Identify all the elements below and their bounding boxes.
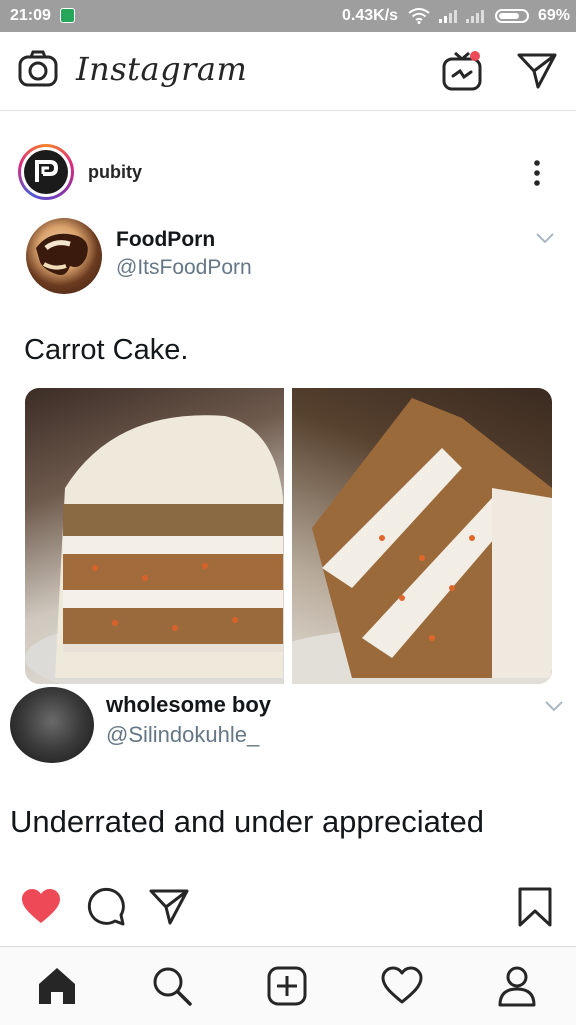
heart-icon[interactable] <box>381 965 423 1007</box>
chevron-down-icon <box>536 233 554 244</box>
pubity-logo-icon <box>35 160 59 182</box>
chevron-down-icon <box>545 701 563 712</box>
tweet-author-handle: @ItsFoodPorn <box>116 256 252 279</box>
avatar[interactable] <box>18 144 74 200</box>
signal-icon-secondary <box>466 10 484 23</box>
reply-author-handle: @Silindokuhle_ <box>106 722 260 747</box>
person-icon[interactable] <box>496 965 538 1007</box>
notification-dot <box>470 51 480 61</box>
home-icon[interactable] <box>36 965 78 1007</box>
post-username[interactable]: pubity <box>88 162 142 183</box>
status-bar: 21:09 0.43K/s 69% <box>0 0 576 32</box>
heart-filled-icon[interactable] <box>20 886 62 928</box>
network-speed: 0.43K/s <box>342 7 399 24</box>
reply-text: Underrated and under appreciated <box>10 804 484 839</box>
carrot-cake-photo-right <box>292 388 552 684</box>
comment-icon[interactable] <box>85 886 127 928</box>
chocolate-cake-image <box>36 233 88 275</box>
tweet-author-name: FoodPorn <box>116 228 216 251</box>
bookmark-icon[interactable] <box>514 886 556 928</box>
battery-percent: 69% <box>538 7 571 24</box>
search-icon[interactable] <box>151 965 193 1007</box>
tweet-card: FoodPorn @ItsFoodPorn Carrot Cake. <box>0 214 576 684</box>
signal-icon <box>439 10 457 23</box>
bottom-navigation <box>0 946 576 1025</box>
post-action-bar <box>0 880 576 934</box>
carrot-cake-photo-left <box>25 388 284 684</box>
battery-icon <box>495 9 529 23</box>
tweet-avatar <box>26 218 102 294</box>
tweet-text: Carrot Cake. <box>24 334 189 366</box>
share-paper-plane-icon[interactable] <box>148 886 190 928</box>
reply-author-name: wholesome boy <box>106 692 272 717</box>
reply-avatar <box>10 687 94 763</box>
top-app-bar: Instagram <box>0 32 576 111</box>
camera-icon[interactable] <box>18 50 58 90</box>
more-vertical-icon[interactable] <box>526 158 548 188</box>
instagram-logo[interactable]: Instagram <box>76 50 247 88</box>
paper-plane-icon[interactable] <box>516 50 558 92</box>
status-time: 21:09 <box>10 7 51 24</box>
notification-icon <box>60 8 75 23</box>
wifi-icon <box>408 8 430 24</box>
plus-square-icon[interactable] <box>266 965 308 1007</box>
post-header: pubity <box>0 128 576 215</box>
reply-tweet-card: wholesome boy @Silindokuhle_ Underrated … <box>0 684 576 864</box>
